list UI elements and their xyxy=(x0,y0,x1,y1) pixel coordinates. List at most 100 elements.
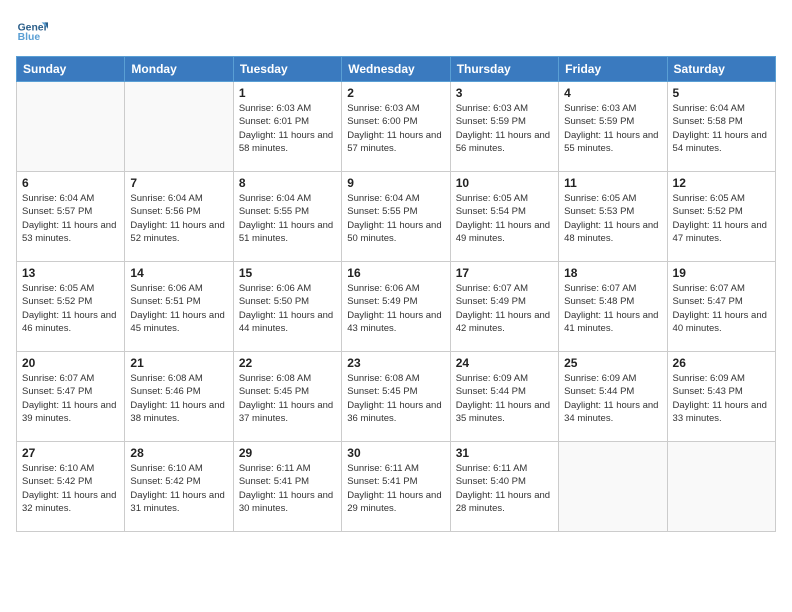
calendar-cell: 12 Sunrise: 6:05 AM Sunset: 5:52 PM Dayli… xyxy=(667,172,775,262)
calendar-cell xyxy=(125,82,233,172)
day-number: 3 xyxy=(456,86,553,100)
day-info: Sunrise: 6:07 AM Sunset: 5:49 PM Dayligh… xyxy=(456,282,553,335)
day-number: 11 xyxy=(564,176,661,190)
day-number: 22 xyxy=(239,356,336,370)
day-info: Sunrise: 6:07 AM Sunset: 5:47 PM Dayligh… xyxy=(22,372,119,425)
calendar-cell: 23 Sunrise: 6:08 AM Sunset: 5:45 PM Dayli… xyxy=(342,352,450,442)
header-friday: Friday xyxy=(559,57,667,82)
day-number: 26 xyxy=(673,356,770,370)
header-monday: Monday xyxy=(125,57,233,82)
day-number: 8 xyxy=(239,176,336,190)
day-info: Sunrise: 6:08 AM Sunset: 5:45 PM Dayligh… xyxy=(347,372,444,425)
day-number: 17 xyxy=(456,266,553,280)
day-info: Sunrise: 6:08 AM Sunset: 5:45 PM Dayligh… xyxy=(239,372,336,425)
calendar-week-row: 1Sunrise: 6:03 AM Sunset: 6:01 PM Daylig… xyxy=(17,82,776,172)
calendar-week-row: 13 Sunrise: 6:05 AM Sunset: 5:52 PM Dayli… xyxy=(17,262,776,352)
logo: General Blue xyxy=(16,16,52,48)
day-number: 12 xyxy=(673,176,770,190)
day-info: Sunrise: 6:11 AM Sunset: 5:40 PM Dayligh… xyxy=(456,462,553,515)
day-info: Sunrise: 6:10 AM Sunset: 5:42 PM Dayligh… xyxy=(22,462,119,515)
calendar-week-row: 6 Sunrise: 6:04 AM Sunset: 5:57 PM Daylig… xyxy=(17,172,776,262)
logo-icon: General Blue xyxy=(16,16,48,48)
calendar-cell: 5 Sunrise: 6:04 AM Sunset: 5:58 PM Daylig… xyxy=(667,82,775,172)
day-number: 15 xyxy=(239,266,336,280)
day-number: 24 xyxy=(456,356,553,370)
day-info: Sunrise: 6:08 AM Sunset: 5:46 PM Dayligh… xyxy=(130,372,227,425)
day-number: 10 xyxy=(456,176,553,190)
calendar-cell: 15 Sunrise: 6:06 AM Sunset: 5:50 PM Dayli… xyxy=(233,262,341,352)
calendar-cell: 1Sunrise: 6:03 AM Sunset: 6:01 PM Daylig… xyxy=(233,82,341,172)
day-info: Sunrise: 6:05 AM Sunset: 5:53 PM Dayligh… xyxy=(564,192,661,245)
calendar-cell: 27 Sunrise: 6:10 AM Sunset: 5:42 PM Dayli… xyxy=(17,442,125,532)
day-info: Sunrise: 6:03 AM Sunset: 6:00 PM Dayligh… xyxy=(347,102,444,155)
day-info: Sunrise: 6:06 AM Sunset: 5:49 PM Dayligh… xyxy=(347,282,444,335)
day-info: Sunrise: 6:09 AM Sunset: 5:44 PM Dayligh… xyxy=(456,372,553,425)
day-info: Sunrise: 6:11 AM Sunset: 5:41 PM Dayligh… xyxy=(239,462,336,515)
day-number: 23 xyxy=(347,356,444,370)
day-number: 16 xyxy=(347,266,444,280)
day-info: Sunrise: 6:03 AM Sunset: 5:59 PM Dayligh… xyxy=(456,102,553,155)
calendar-week-row: 20Sunrise: 6:07 AM Sunset: 5:47 PM Dayli… xyxy=(17,352,776,442)
day-number: 27 xyxy=(22,446,119,460)
day-info: Sunrise: 6:09 AM Sunset: 5:44 PM Dayligh… xyxy=(564,372,661,425)
day-info: Sunrise: 6:05 AM Sunset: 5:54 PM Dayligh… xyxy=(456,192,553,245)
calendar-cell: 9 Sunrise: 6:04 AM Sunset: 5:55 PM Daylig… xyxy=(342,172,450,262)
calendar-cell: 22 Sunrise: 6:08 AM Sunset: 5:45 PM Dayli… xyxy=(233,352,341,442)
calendar-cell: 26 Sunrise: 6:09 AM Sunset: 5:43 PM Dayli… xyxy=(667,352,775,442)
day-number: 5 xyxy=(673,86,770,100)
day-info: Sunrise: 6:04 AM Sunset: 5:58 PM Dayligh… xyxy=(673,102,770,155)
day-number: 18 xyxy=(564,266,661,280)
day-number: 1 xyxy=(239,86,336,100)
calendar-cell: 25 Sunrise: 6:09 AM Sunset: 5:44 PM Dayli… xyxy=(559,352,667,442)
day-number: 4 xyxy=(564,86,661,100)
day-number: 19 xyxy=(673,266,770,280)
calendar-cell: 3 Sunrise: 6:03 AM Sunset: 5:59 PM Daylig… xyxy=(450,82,558,172)
day-info: Sunrise: 6:05 AM Sunset: 5:52 PM Dayligh… xyxy=(22,282,119,335)
day-info: Sunrise: 6:04 AM Sunset: 5:57 PM Dayligh… xyxy=(22,192,119,245)
day-number: 25 xyxy=(564,356,661,370)
day-number: 2 xyxy=(347,86,444,100)
calendar-cell: 19 Sunrise: 6:07 AM Sunset: 5:47 PM Dayli… xyxy=(667,262,775,352)
calendar-cell xyxy=(17,82,125,172)
day-info: Sunrise: 6:06 AM Sunset: 5:51 PM Dayligh… xyxy=(130,282,227,335)
day-info: Sunrise: 6:03 AM Sunset: 5:59 PM Dayligh… xyxy=(564,102,661,155)
calendar-cell: 10 Sunrise: 6:05 AM Sunset: 5:54 PM Dayli… xyxy=(450,172,558,262)
header-tuesday: Tuesday xyxy=(233,57,341,82)
header-sunday: Sunday xyxy=(17,57,125,82)
calendar-cell: 14Sunrise: 6:06 AM Sunset: 5:51 PM Dayli… xyxy=(125,262,233,352)
calendar-cell: 16 Sunrise: 6:06 AM Sunset: 5:49 PM Dayli… xyxy=(342,262,450,352)
calendar-header-row: SundayMondayTuesdayWednesdayThursdayFrid… xyxy=(17,57,776,82)
calendar-cell: 20Sunrise: 6:07 AM Sunset: 5:47 PM Dayli… xyxy=(17,352,125,442)
calendar-table: SundayMondayTuesdayWednesdayThursdayFrid… xyxy=(16,56,776,532)
day-info: Sunrise: 6:09 AM Sunset: 5:43 PM Dayligh… xyxy=(673,372,770,425)
header-wednesday: Wednesday xyxy=(342,57,450,82)
header-thursday: Thursday xyxy=(450,57,558,82)
day-info: Sunrise: 6:04 AM Sunset: 5:55 PM Dayligh… xyxy=(239,192,336,245)
day-info: Sunrise: 6:05 AM Sunset: 5:52 PM Dayligh… xyxy=(673,192,770,245)
day-number: 29 xyxy=(239,446,336,460)
day-number: 9 xyxy=(347,176,444,190)
day-number: 31 xyxy=(456,446,553,460)
calendar-cell: 30Sunrise: 6:11 AM Sunset: 5:41 PM Dayli… xyxy=(342,442,450,532)
calendar-cell: 21 Sunrise: 6:08 AM Sunset: 5:46 PM Dayli… xyxy=(125,352,233,442)
day-info: Sunrise: 6:07 AM Sunset: 5:48 PM Dayligh… xyxy=(564,282,661,335)
calendar-cell: 7Sunrise: 6:04 AM Sunset: 5:56 PM Daylig… xyxy=(125,172,233,262)
calendar-cell: 17 Sunrise: 6:07 AM Sunset: 5:49 PM Dayli… xyxy=(450,262,558,352)
calendar-cell: 6 Sunrise: 6:04 AM Sunset: 5:57 PM Daylig… xyxy=(17,172,125,262)
calendar-cell: 28 Sunrise: 6:10 AM Sunset: 5:42 PM Dayli… xyxy=(125,442,233,532)
page-header: General Blue xyxy=(16,16,776,48)
day-info: Sunrise: 6:10 AM Sunset: 5:42 PM Dayligh… xyxy=(130,462,227,515)
header-saturday: Saturday xyxy=(667,57,775,82)
calendar-week-row: 27 Sunrise: 6:10 AM Sunset: 5:42 PM Dayli… xyxy=(17,442,776,532)
day-info: Sunrise: 6:06 AM Sunset: 5:50 PM Dayligh… xyxy=(239,282,336,335)
day-info: Sunrise: 6:07 AM Sunset: 5:47 PM Dayligh… xyxy=(673,282,770,335)
svg-text:Blue: Blue xyxy=(18,32,41,43)
day-info: Sunrise: 6:04 AM Sunset: 5:55 PM Dayligh… xyxy=(347,192,444,245)
day-number: 6 xyxy=(22,176,119,190)
day-info: Sunrise: 6:04 AM Sunset: 5:56 PM Dayligh… xyxy=(130,192,227,245)
day-number: 13 xyxy=(22,266,119,280)
day-number: 21 xyxy=(130,356,227,370)
day-number: 28 xyxy=(130,446,227,460)
calendar-cell: 18 Sunrise: 6:07 AM Sunset: 5:48 PM Dayli… xyxy=(559,262,667,352)
calendar-cell: 4 Sunrise: 6:03 AM Sunset: 5:59 PM Daylig… xyxy=(559,82,667,172)
